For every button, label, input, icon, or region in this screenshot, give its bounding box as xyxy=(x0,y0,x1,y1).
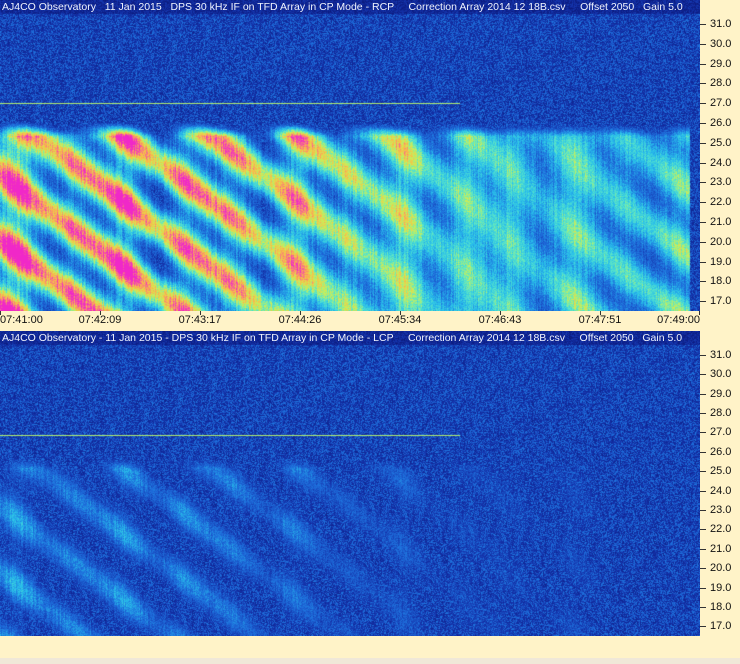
y-tick-label: 20.0 xyxy=(710,562,732,575)
rcp-title: AJ4CO Observatory 11 Jan 2015 DPS 30 kHz… xyxy=(2,1,683,13)
x-tick-label: 07:44:26 xyxy=(278,314,322,326)
y-tick xyxy=(700,412,706,414)
rcp-x-axis: 07:41:00 07:42:09 07:43:17 07:44:26 07:45:34… xyxy=(0,311,700,331)
x-tick-label: 07:42:09 xyxy=(78,314,122,326)
x-tick-label: 07:45:34 xyxy=(378,314,422,326)
y-tick-label: 31.0 xyxy=(710,17,732,30)
y-tick xyxy=(700,241,706,243)
y-tick-label: 31.0 xyxy=(710,348,732,361)
y-tick xyxy=(700,182,706,184)
y-tick-label: 27.0 xyxy=(710,97,732,110)
y-tick xyxy=(700,374,706,376)
y-tick-label: 21.0 xyxy=(710,542,732,555)
y-tick-label: 21.0 xyxy=(710,215,732,228)
y-tick-label: 18.0 xyxy=(710,600,732,613)
y-tick xyxy=(700,43,706,45)
x-tick-label: 07:47:51 xyxy=(578,314,622,326)
y-tick-label: 19.0 xyxy=(710,581,732,594)
x-tick-label: 07:46:43 xyxy=(478,314,522,326)
y-tick-label: 30.0 xyxy=(710,37,732,50)
y-tick-label: 24.0 xyxy=(710,156,732,169)
y-tick xyxy=(700,568,706,570)
y-tick xyxy=(700,162,706,164)
y-tick xyxy=(700,83,706,85)
y-tick-label: 29.0 xyxy=(710,387,732,400)
y-tick xyxy=(700,509,706,511)
y-tick-label: 28.0 xyxy=(710,406,732,419)
y-tick xyxy=(700,548,706,550)
y-tick-label: 22.0 xyxy=(710,196,732,209)
y-tick xyxy=(700,221,706,223)
y-tick xyxy=(700,122,706,124)
y-tick xyxy=(700,63,706,65)
y-tick-label: 23.0 xyxy=(710,503,732,516)
y-tick xyxy=(700,471,706,473)
y-tick-label: 19.0 xyxy=(710,255,732,268)
rcp-y-axis: 31.0 30.0 29.0 28.0 27.0 26.0 25.0 24.0 23.0 22.0… xyxy=(700,0,740,311)
y-tick-label: 24.0 xyxy=(710,484,732,497)
y-tick-label: 27.0 xyxy=(710,426,732,439)
y-tick xyxy=(700,451,706,453)
y-tick-label: 29.0 xyxy=(710,57,732,70)
lcp-title: AJ4CO Observatory - 11 Jan 2015 - DPS 30… xyxy=(2,332,683,344)
lcp-spectrogram xyxy=(0,331,700,636)
rcp-panel: AJ4CO Observatory 11 Jan 2015 DPS 30 kHz… xyxy=(0,0,740,331)
y-tick-label: 28.0 xyxy=(710,77,732,90)
y-tick-label: 17.0 xyxy=(710,295,732,308)
y-tick-label: 26.0 xyxy=(710,445,732,458)
y-tick-label: 25.0 xyxy=(710,136,732,149)
y-tick-label: 22.0 xyxy=(710,523,732,536)
y-tick xyxy=(700,587,706,589)
x-tick-label: 07:49:00 xyxy=(657,314,700,326)
y-tick xyxy=(700,606,706,608)
y-tick-label: 23.0 xyxy=(710,176,732,189)
y-tick xyxy=(700,23,706,25)
x-tick-label: 07:43:17 xyxy=(178,314,222,326)
y-tick xyxy=(700,281,706,283)
y-tick xyxy=(700,261,706,263)
lcp-panel: AJ4CO Observatory - 11 Jan 2015 - DPS 30… xyxy=(0,331,740,636)
y-tick xyxy=(700,529,706,531)
y-tick-label: 25.0 xyxy=(710,465,732,478)
y-tick xyxy=(700,103,706,105)
y-tick xyxy=(700,393,706,395)
bottom-line xyxy=(0,658,740,664)
y-tick-label: 26.0 xyxy=(710,116,732,129)
y-tick xyxy=(700,354,706,356)
y-tick xyxy=(700,490,706,492)
y-tick-label: 18.0 xyxy=(710,275,732,288)
y-tick xyxy=(700,432,706,434)
x-tick-label: 07:41:00 xyxy=(0,314,43,326)
y-tick-label: 17.0 xyxy=(710,620,732,633)
y-tick xyxy=(700,626,706,628)
y-tick xyxy=(700,301,706,303)
y-tick-label: 30.0 xyxy=(710,368,732,381)
rcp-spectrogram xyxy=(0,0,700,311)
y-tick xyxy=(700,142,706,144)
y-tick-label: 20.0 xyxy=(710,235,732,248)
y-tick xyxy=(700,202,706,204)
lcp-y-axis: 31.0 30.0 29.0 28.0 27.0 26.0 25.0 24.0 23.0 22.0… xyxy=(700,331,740,636)
